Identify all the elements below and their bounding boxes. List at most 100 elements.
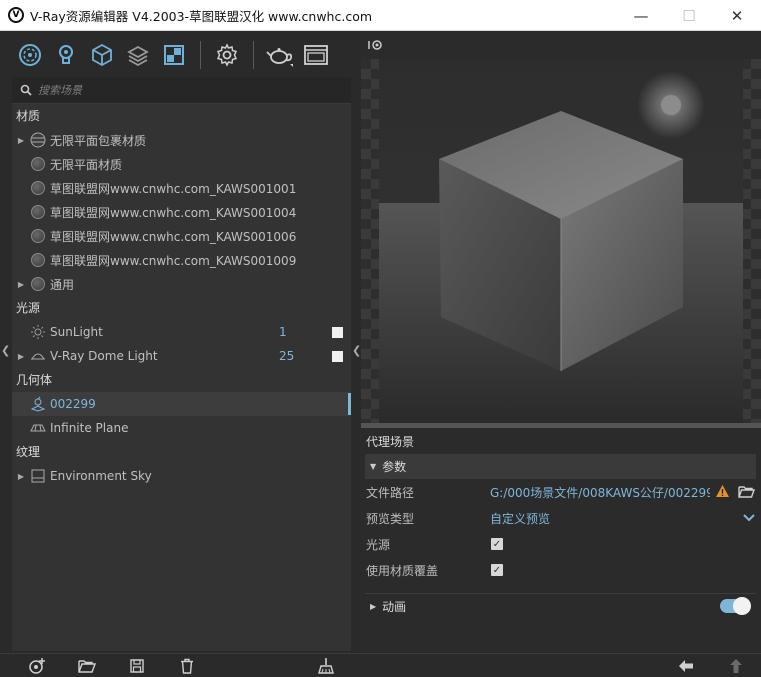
collapse-arrow-icon: ▼ [370, 462, 377, 471]
chevron-down-icon[interactable] [743, 514, 755, 522]
material-preview [361, 59, 761, 423]
delete-icon[interactable] [178, 657, 196, 675]
save-icon[interactable] [128, 657, 146, 675]
search-bar [12, 77, 351, 104]
light-checkbox[interactable]: ✓ [491, 538, 503, 550]
light-row: 光源 ✓ [361, 531, 761, 557]
sun-icon [31, 325, 45, 339]
list-item[interactable]: SunLight 1 [12, 320, 351, 344]
warning-icon [716, 485, 729, 497]
category-toolbar [12, 35, 352, 75]
preview-type-select[interactable]: 自定义预览 [490, 510, 550, 527]
list-item-label: Environment Sky [50, 469, 152, 483]
light-label: 光源 [366, 537, 391, 552]
folder-open-icon[interactable] [738, 485, 755, 498]
list-item[interactable]: ▶ 无限平面包裹材质 [12, 128, 351, 152]
material-ball-icon [31, 277, 45, 291]
category-geometry: 几何体 [16, 373, 53, 387]
list-item[interactable]: ▶ V-Ray Dome Light 25 [12, 344, 351, 368]
expand-arrow-icon[interactable]: ▶ [14, 280, 28, 289]
geometry-icon[interactable] [84, 37, 120, 73]
file-path-row: 文件路径 G:/000场景文件/008KAWS公仔/002299... [361, 479, 761, 505]
animation-toggle[interactable] [720, 597, 751, 615]
section-parameters[interactable]: ▼ 参数 [365, 454, 756, 479]
preview-scene-icon[interactable] [368, 39, 384, 51]
light-enable-checkbox[interactable] [332, 350, 343, 362]
texture-image-icon [31, 469, 45, 483]
collapse-panel-icon[interactable]: ❮ [352, 344, 361, 357]
list-item-label: 无限平面包裹材质 [50, 133, 147, 148]
minimize-button[interactable]: — [617, 0, 665, 31]
list-item-label: 草图联盟网www.cnwhc.com_KAWS001001 [50, 181, 297, 196]
list-item-label: V-Ray Dome Light [50, 349, 158, 363]
bottom-toolbar [0, 653, 761, 677]
list-item-label: SunLight [50, 325, 103, 339]
lights-icon[interactable] [48, 37, 84, 73]
toolbar-divider [200, 41, 201, 69]
preview-header [361, 31, 761, 59]
instance-count: 1 [279, 325, 287, 339]
open-file-icon[interactable] [78, 657, 96, 675]
textures-icon[interactable] [120, 37, 156, 73]
proxy-icon [30, 396, 46, 412]
list-item-label: Infinite Plane [50, 421, 129, 435]
preview-render [379, 59, 743, 423]
close-button[interactable]: ✕ [713, 0, 761, 31]
expand-arrow-icon: ▶ [370, 601, 377, 611]
expand-arrow-icon[interactable]: ▶ [14, 352, 28, 361]
materials-icon[interactable] [12, 37, 48, 73]
material-ball-icon [31, 253, 45, 267]
list-item[interactable]: ▶ Environment Sky [12, 464, 351, 488]
list-item[interactable]: 草图联盟网www.cnwhc.com_KAWS001006 [12, 224, 351, 248]
category-lights: 光源 [16, 301, 41, 315]
purge-broom-icon[interactable] [317, 657, 335, 675]
left-panel: 材质 ▶ 无限平面包裹材质 无限平面材质 草图联盟网www.cnwhc.com_… [0, 31, 361, 653]
expand-arrow-icon[interactable]: ▶ [14, 472, 28, 481]
scene-tree: 材质 ▶ 无限平面包裹材质 无限平面材质 草图联盟网www.cnwhc.com_… [12, 77, 351, 651]
list-item[interactable]: 草图联盟网www.cnwhc.com_KAWS001004 [12, 200, 351, 224]
category-textures: 纹理 [16, 445, 41, 459]
add-asset-icon[interactable] [28, 657, 46, 675]
search-input[interactable] [38, 83, 318, 97]
material-ball-icon [31, 157, 45, 171]
maximize-button[interactable]: ☐ [665, 0, 713, 31]
vray-logo-icon: V [8, 7, 24, 23]
list-item-label: 草图联盟网www.cnwhc.com_KAWS001009 [50, 253, 297, 268]
settings-icon[interactable] [209, 37, 245, 73]
list-item-label: 草图联盟网www.cnwhc.com_KAWS001004 [50, 205, 297, 220]
material-override-checkbox[interactable]: ✓ [491, 564, 503, 576]
material-override-label: 使用材质覆盖 [366, 563, 439, 578]
preview-type-row: 预览类型 自定义预览 [361, 505, 761, 531]
list-item[interactable]: Infinite Plane [12, 416, 351, 440]
list-item[interactable]: ▶ 通用 [12, 272, 351, 296]
list-item[interactable]: 无限平面材质 [12, 152, 351, 176]
file-path-value[interactable]: G:/000场景文件/008KAWS公仔/002299... [490, 484, 710, 501]
light-enable-checkbox[interactable] [332, 326, 343, 338]
export-arrow-icon[interactable] [727, 657, 745, 675]
material-ball-icon [31, 181, 45, 195]
list-item[interactable]: 002299 [12, 392, 351, 416]
properties-title: 代理场景 [366, 435, 415, 449]
window-title: V-Ray资源编辑器 V4.2003-草图联盟汉化 www.cnwhc.com [30, 8, 373, 24]
render-elements-icon[interactable] [156, 37, 192, 73]
list-item-label: 草图联盟网www.cnwhc.com_KAWS001006 [50, 229, 297, 244]
wrapper-material-icon [30, 132, 46, 148]
collapse-left-icon[interactable]: ❮ [1, 344, 10, 357]
teapot-render-icon[interactable] [262, 37, 298, 73]
list-item-label: 002299 [50, 397, 96, 411]
properties-panel: 代理场景 ▼ 参数 文件路径 G:/000场景文件/008KAWS公仔/0022… [361, 428, 761, 653]
import-arrow-icon[interactable] [677, 657, 695, 675]
expand-arrow-icon[interactable]: ▶ [14, 136, 28, 145]
section-animation[interactable]: ▶ 动画 [365, 593, 756, 618]
list-item[interactable]: 草图联盟网www.cnwhc.com_KAWS001009 [12, 248, 351, 272]
title-bar: V V-Ray资源编辑器 V4.2003-草图联盟汉化 www.cnwhc.co… [0, 0, 761, 31]
instance-count: 25 [279, 349, 295, 363]
toolbar-divider [253, 41, 254, 69]
frame-buffer-icon[interactable] [298, 37, 334, 73]
list-item[interactable]: 草图联盟网www.cnwhc.com_KAWS001001 [12, 176, 351, 200]
selection-indicator [348, 393, 351, 415]
list-item-label: 无限平面材质 [50, 157, 123, 172]
material-ball-icon [31, 205, 45, 219]
dome-light-icon [31, 353, 45, 360]
material-ball-icon [31, 229, 45, 243]
